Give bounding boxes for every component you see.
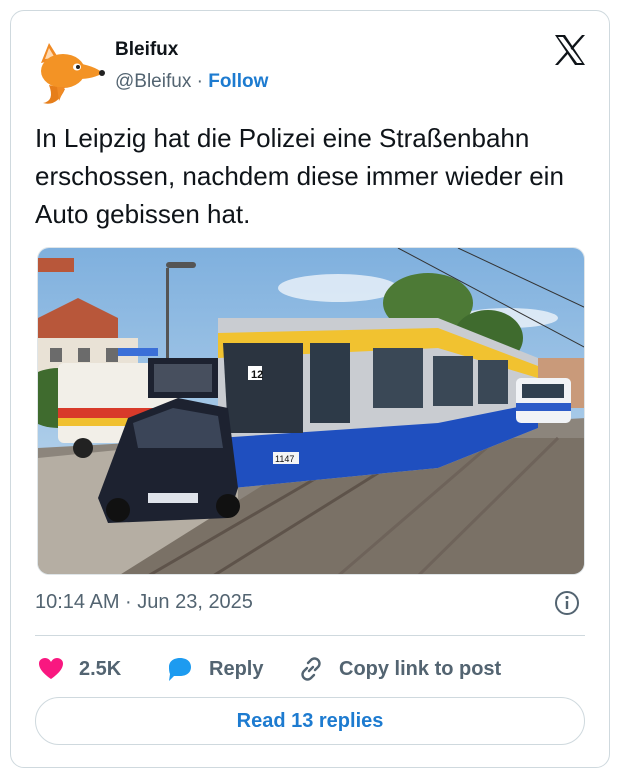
tweet-card: Bleifux @Bleifux · Follow In Leipzig hat… (10, 10, 610, 768)
tweet-text: In Leipzig hat die Polizei eine Straßenb… (35, 123, 564, 229)
tweet-timestamp[interactable]: 10:14 AM · Jun 23, 2025 (35, 591, 253, 614)
like-count: 2.5K (79, 657, 122, 680)
tram-route-number: 12 (251, 369, 263, 381)
handle-separator: · (191, 71, 209, 92)
avatar[interactable] (35, 37, 105, 107)
x-logo-icon[interactable] (553, 33, 587, 67)
author-handle-line: @Bleifux · Follow (115, 71, 268, 93)
reply-label: Reply (209, 657, 264, 680)
divider (35, 635, 585, 636)
tweet-photo[interactable]: 12 1147 (37, 247, 585, 575)
reply-button[interactable]: Reply (165, 647, 263, 691)
heart-icon (39, 658, 63, 679)
read-replies-button[interactable]: Read 13 replies (35, 697, 585, 745)
like-button[interactable]: 2.5K (37, 647, 121, 691)
follow-button[interactable]: Follow (208, 71, 268, 92)
copy-link-label: Copy link to post (339, 657, 502, 680)
link-icon (301, 657, 321, 681)
tram-crash-photo: 12 1147 (38, 248, 584, 574)
tram-number: 1147 (275, 454, 294, 464)
author-handle[interactable]: @Bleifux (115, 71, 191, 92)
copy-link-button[interactable]: Copy link to post (297, 647, 501, 691)
action-bar: 2.5K Reply Copy link to post (37, 647, 597, 691)
info-icon[interactable] (553, 589, 581, 617)
author-name[interactable]: Bleifux (115, 39, 178, 61)
fox-avatar-icon (41, 43, 105, 104)
reply-bubble-icon (169, 658, 191, 681)
